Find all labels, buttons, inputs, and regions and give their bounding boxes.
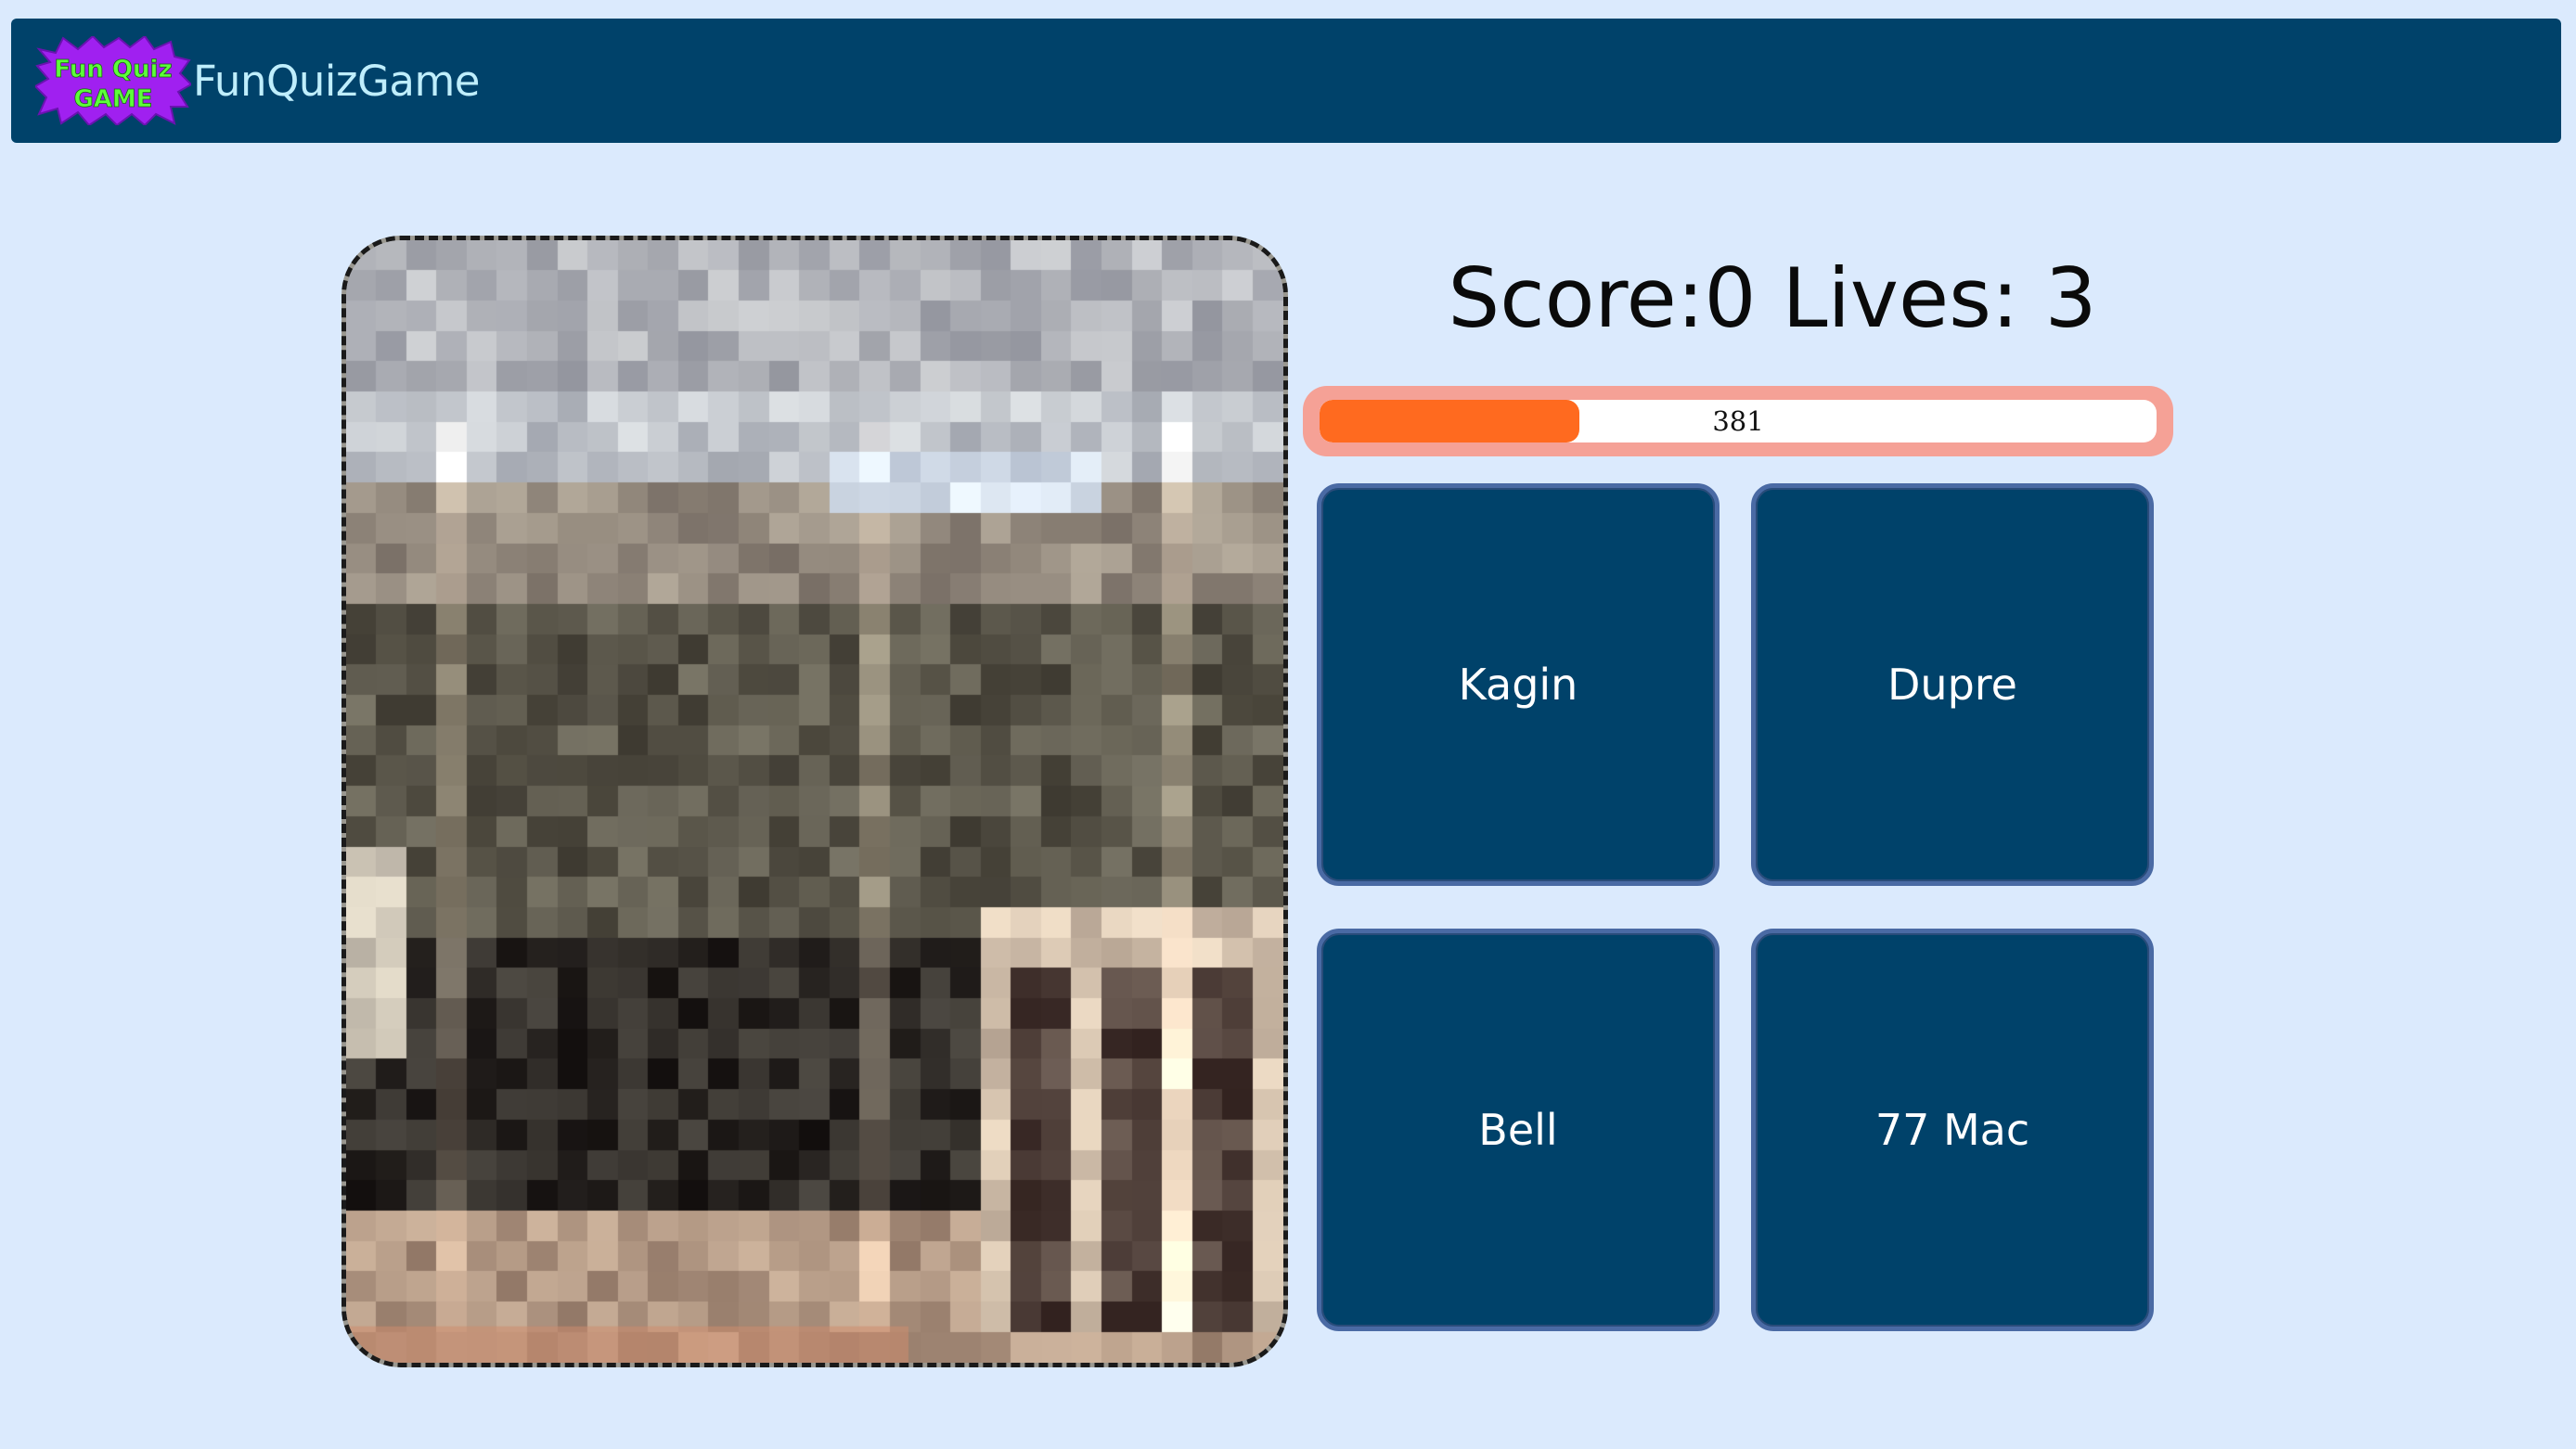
score-lives-display: Score:0 Lives: 3 [1308, 250, 2236, 346]
pixelated-photo [346, 240, 1283, 1363]
timer-value: 381 [1712, 405, 1764, 437]
app-title[interactable]: FunQuizGame [193, 57, 481, 106]
lives-label: Lives: [1782, 250, 2019, 346]
answer-button-4[interactable]: 77 Mac [1751, 929, 2154, 1331]
answer-button-1[interactable]: Kagin [1317, 483, 1719, 886]
lives-value: 3 [2044, 250, 2097, 346]
answer-button-3[interactable]: Bell [1317, 929, 1719, 1331]
timer-track: 381 [1320, 400, 2157, 442]
score-value: 0 [1704, 250, 1757, 346]
logo-text-line2: GAME [73, 85, 152, 113]
app-header: Fun Quiz GAME FunQuizGame [11, 19, 2561, 143]
timer-bar: 381 [1303, 386, 2173, 456]
logo-text-line1: Fun Quiz [54, 56, 172, 83]
answer-button-2[interactable]: Dupre [1751, 483, 2154, 886]
score-label: Score: [1448, 250, 1705, 346]
app-logo[interactable]: Fun Quiz GAME [35, 36, 191, 125]
quiz-image [341, 236, 1288, 1367]
logo-burst-icon: Fun Quiz GAME [35, 36, 191, 125]
